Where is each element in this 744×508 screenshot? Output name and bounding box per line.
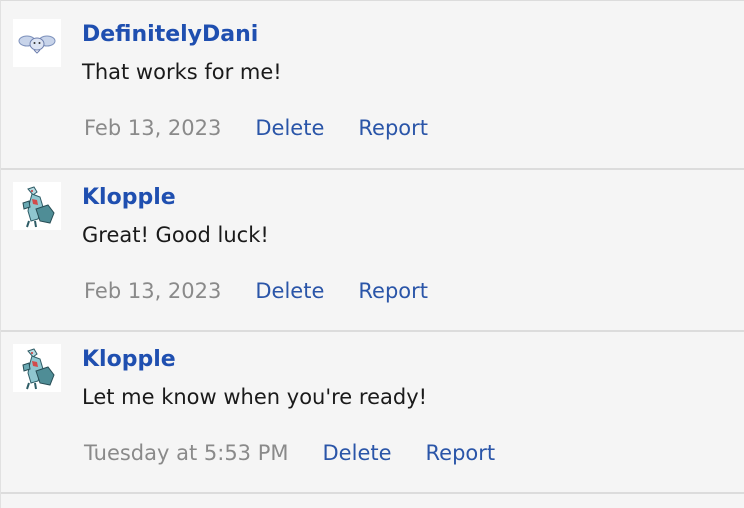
avatar[interactable] xyxy=(13,182,61,230)
comment-text: Great! Good luck! xyxy=(82,223,269,247)
username-link[interactable]: Klopple xyxy=(82,183,176,213)
comment-item: Klopple Great! Good luck! Feb 13, 2023 D… xyxy=(1,170,744,332)
comment-meta: Feb 13, 2023 Delete Report xyxy=(84,113,462,143)
comment-text: Let me know when you're ready! xyxy=(82,385,428,409)
report-link[interactable]: Report xyxy=(426,438,496,468)
username-link[interactable]: Klopple xyxy=(82,345,176,375)
avatar[interactable] xyxy=(13,19,61,67)
delete-link[interactable]: Delete xyxy=(323,438,392,468)
report-link[interactable]: Report xyxy=(358,113,428,143)
delete-link[interactable]: Delete xyxy=(255,276,324,306)
dragon-sprite-avatar-icon xyxy=(22,186,55,228)
comment-date[interactable]: Tuesday at 5:53 PM xyxy=(84,438,289,468)
avatar[interactable] xyxy=(13,344,61,392)
report-link[interactable]: Report xyxy=(358,276,428,306)
comment-date[interactable]: Feb 13, 2023 xyxy=(84,113,221,143)
delete-link[interactable]: Delete xyxy=(255,113,324,143)
comment-meta: Feb 13, 2023 Delete Report xyxy=(84,276,462,306)
username-link[interactable]: DefinitelyDani xyxy=(82,20,258,50)
comment-item: DefinitelyDani That works for me! Feb 13… xyxy=(1,7,744,170)
profile-post-comments: DefinitelyDani That works for me! Feb 13… xyxy=(0,0,744,508)
comment-meta: Tuesday at 5:53 PM Delete Report xyxy=(84,438,529,468)
comment-date[interactable]: Feb 13, 2023 xyxy=(84,276,221,306)
winged-creature-avatar-icon xyxy=(18,35,56,54)
comment-item: Klopple Let me know when you're ready! T… xyxy=(1,332,744,494)
comment-text: That works for me! xyxy=(82,60,282,84)
dragon-sprite-avatar-icon xyxy=(22,348,55,390)
